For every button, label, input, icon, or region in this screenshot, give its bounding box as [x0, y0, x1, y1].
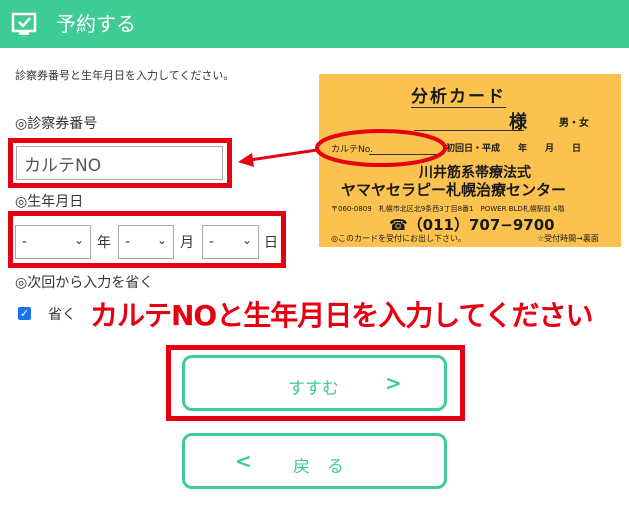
callout-arrow-head [238, 153, 254, 167]
karte-number-circle [315, 129, 447, 167]
callout-arrow-line [249, 148, 318, 162]
callout-overlay [238, 129, 447, 167]
